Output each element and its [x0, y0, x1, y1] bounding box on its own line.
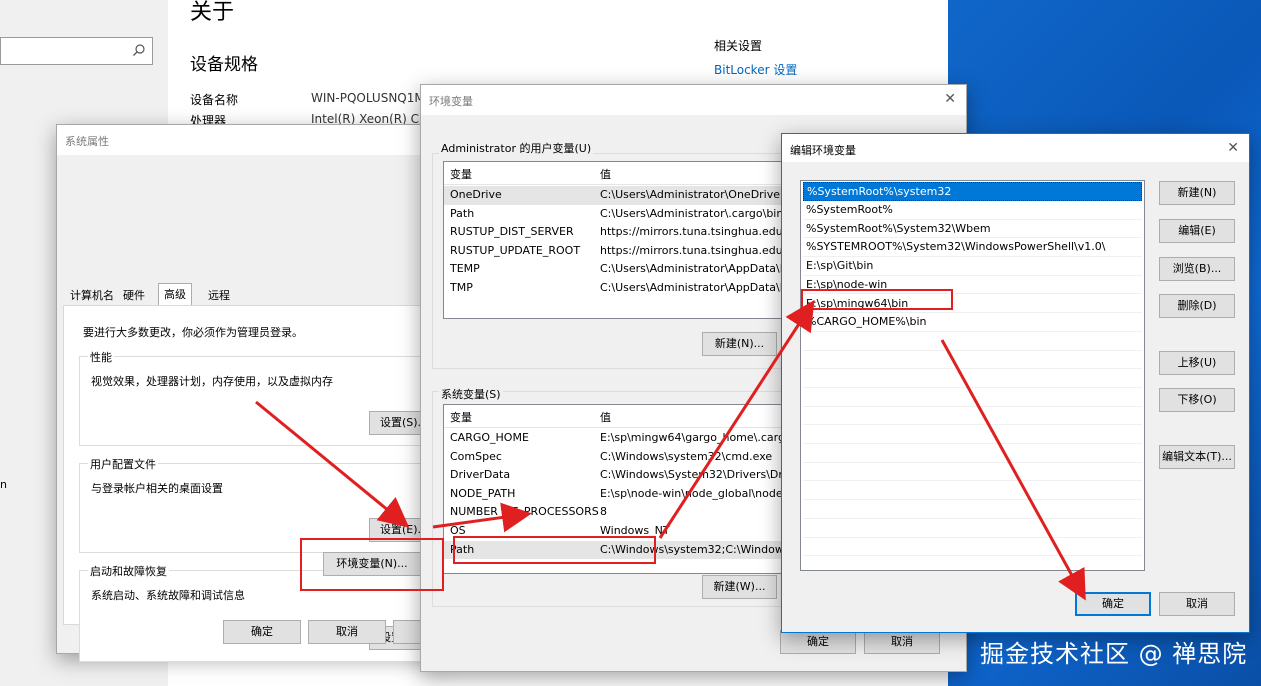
arrow-to-mingw64 — [658, 299, 815, 539]
arrow-to-ok — [940, 339, 1086, 601]
arrow-to-path-row — [432, 502, 532, 533]
arrow-to-env-button — [255, 400, 410, 528]
annotation-arrows — [255, 299, 1086, 601]
watermark: 掘金技术社区 @ 禅思院 — [980, 640, 1248, 668]
